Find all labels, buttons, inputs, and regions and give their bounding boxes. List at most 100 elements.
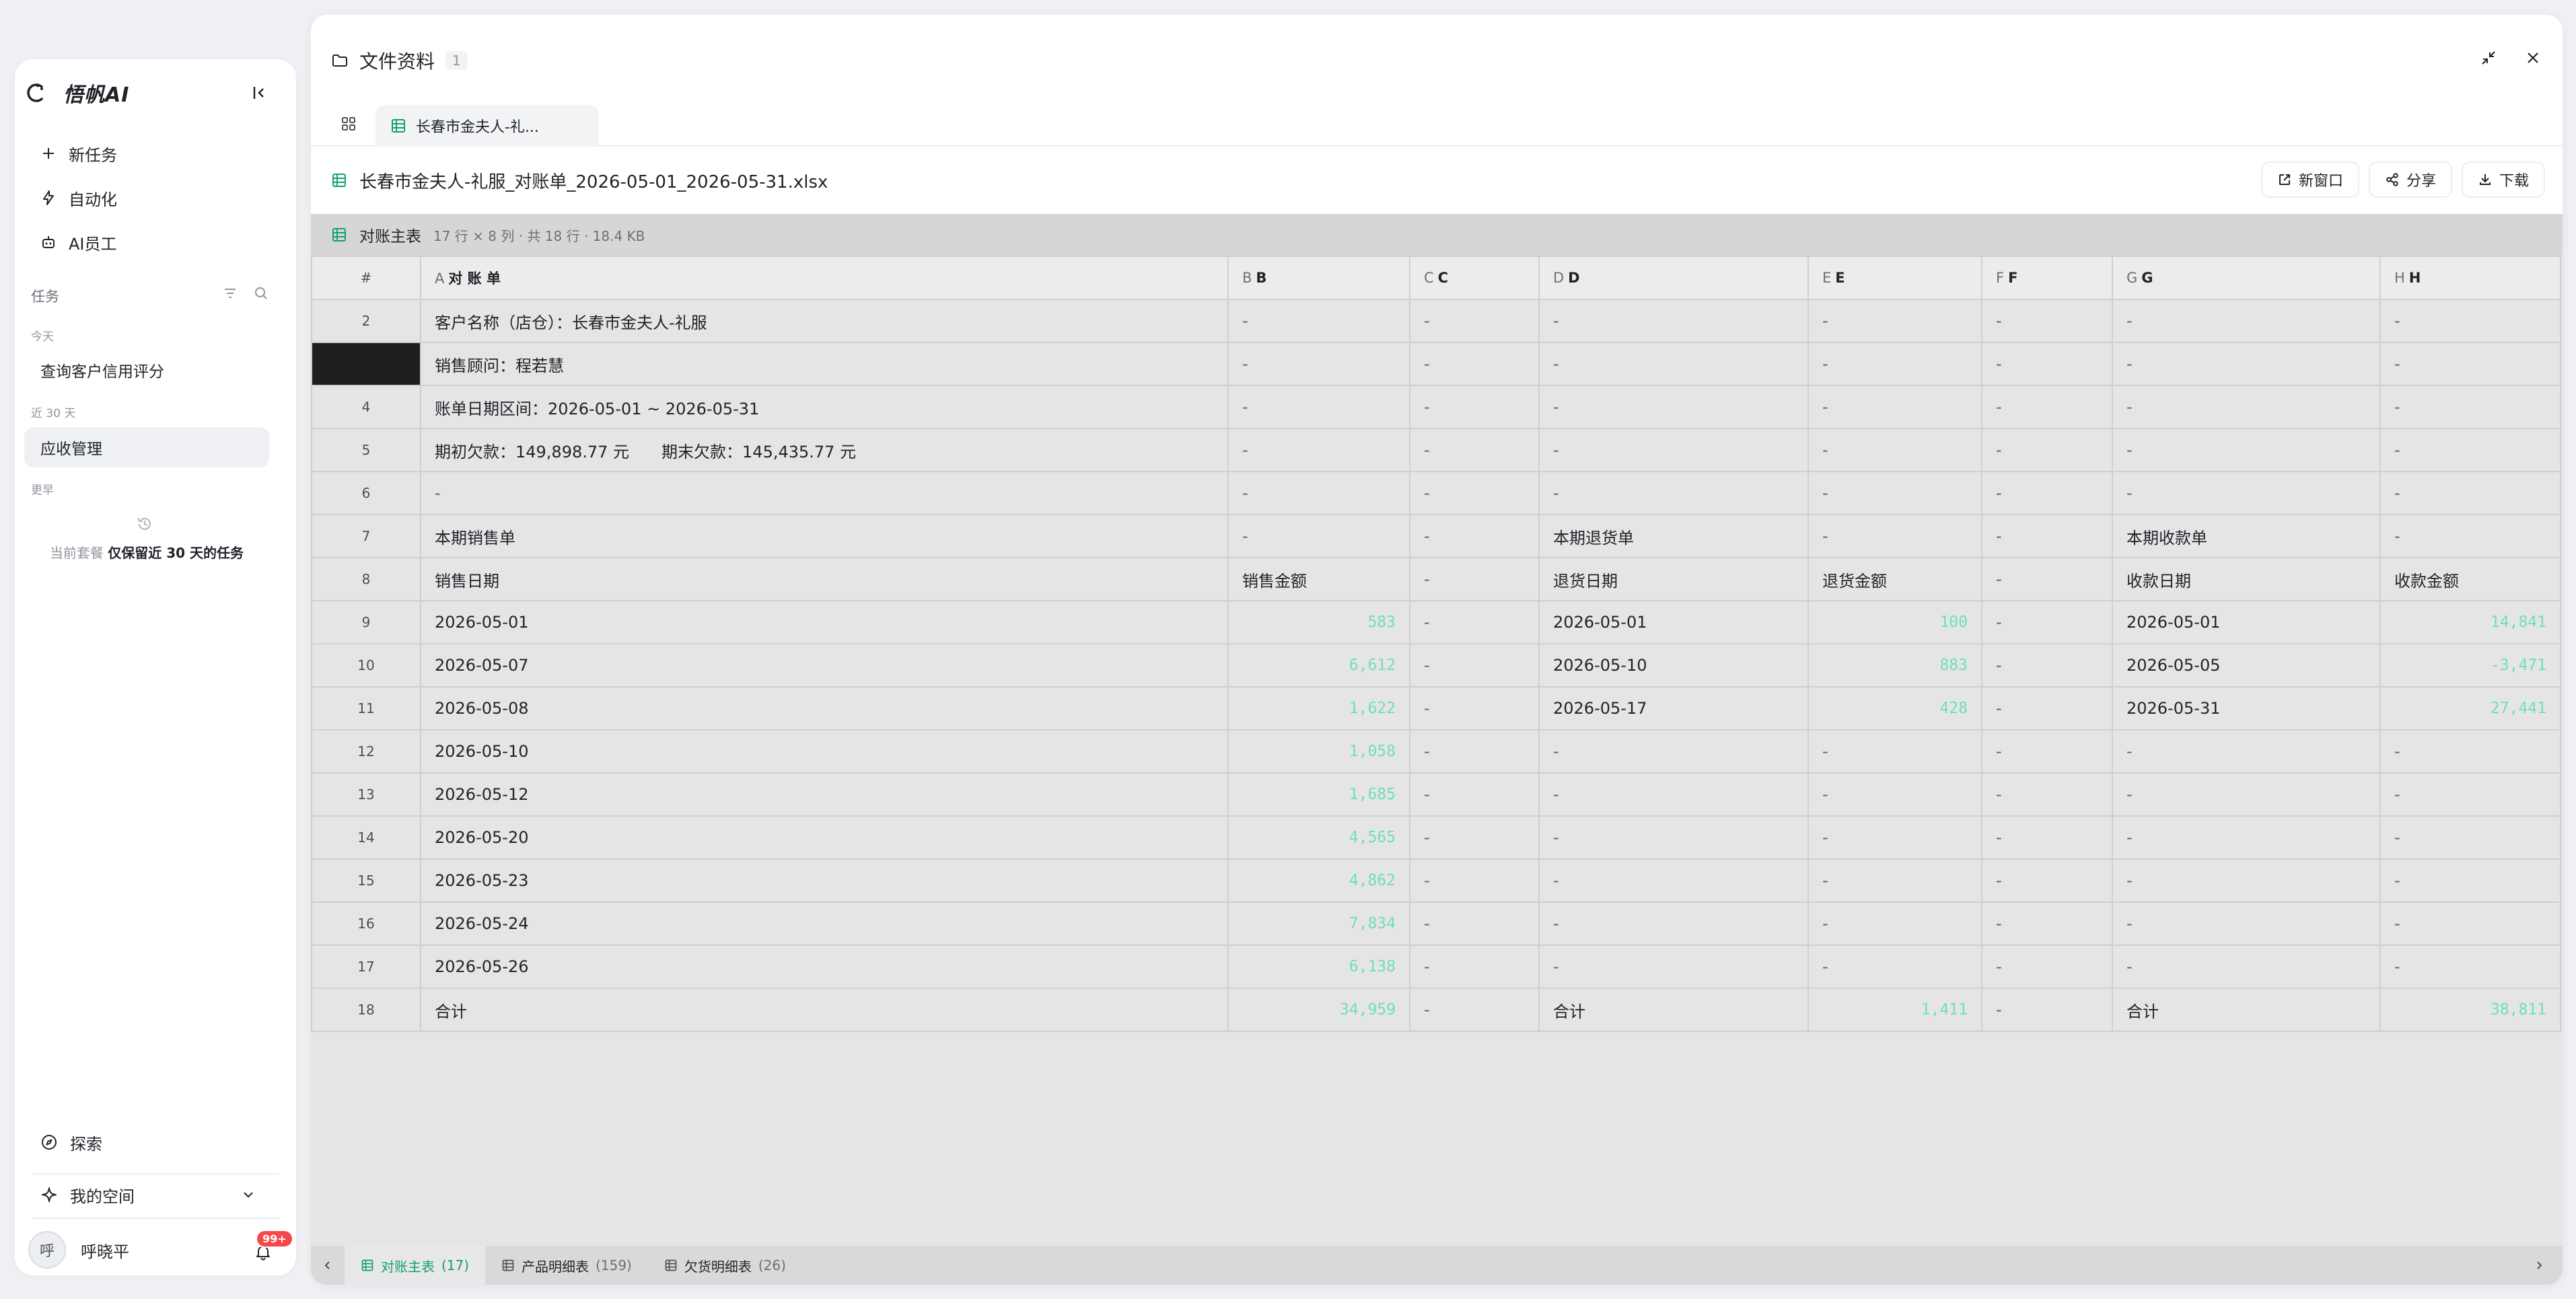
my-space-toggle[interactable]: 我的空间 <box>24 1176 266 1214</box>
table-cell[interactable]: - <box>1981 557 2113 601</box>
table-cell[interactable]: 本期收款单 <box>2112 514 2381 558</box>
task-item-active[interactable]: 应收管理 <box>24 427 269 468</box>
row-number[interactable]: 3 <box>311 342 421 386</box>
table-cell[interactable]: - <box>1227 471 1410 515</box>
table-cell[interactable]: 883 <box>1808 643 1982 688</box>
table-cell[interactable]: - <box>1981 988 2113 1032</box>
row-number[interactable]: 12 <box>311 729 421 774</box>
column-header[interactable]: HH <box>2380 256 2561 300</box>
table-cell[interactable]: - <box>2380 901 2561 946</box>
table-cell[interactable]: - <box>1538 299 1809 343</box>
new-window-button[interactable]: 新窗口 <box>2260 161 2359 198</box>
table-cell[interactable]: 2026-05-24 <box>420 901 1229 946</box>
table-cell[interactable]: - <box>420 471 1229 515</box>
table-cell[interactable]: 销售顾问：程若慧 <box>420 342 1229 386</box>
table-cell[interactable]: 14,841 <box>2380 600 2561 644</box>
table-cell[interactable]: - <box>1409 944 1540 989</box>
table-cell[interactable]: 2026-05-23 <box>420 858 1229 903</box>
row-number[interactable]: 6 <box>311 471 421 515</box>
table-cell[interactable]: - <box>1538 342 1809 386</box>
nav-explore[interactable]: 探索 <box>24 1123 266 1161</box>
table-cell[interactable]: - <box>1808 858 1982 903</box>
row-number[interactable]: 16 <box>311 901 421 946</box>
table-cell[interactable]: - <box>2112 342 2381 386</box>
row-number[interactable]: 5 <box>311 428 421 472</box>
table-cell[interactable]: 账单日期区间：2026-05-01 ~ 2026-05-31 <box>420 385 1229 429</box>
table-cell[interactable]: - <box>1808 772 1982 817</box>
table-cell[interactable]: - <box>2380 815 2561 860</box>
minimize-icon[interactable] <box>2479 48 2498 67</box>
table-cell[interactable]: -3,471 <box>2380 643 2561 688</box>
row-number[interactable]: 18 <box>311 988 421 1032</box>
nav-new-task[interactable]: 新任务 <box>24 135 266 172</box>
table-cell[interactable]: 6,612 <box>1227 643 1410 688</box>
table-cell[interactable]: - <box>2380 385 2561 429</box>
column-header[interactable]: FF <box>1981 256 2113 300</box>
table-cell[interactable]: 2026-05-05 <box>2112 643 2381 688</box>
column-header[interactable]: BB <box>1227 256 1410 300</box>
chevron-left-icon[interactable] <box>311 1246 345 1285</box>
close-icon[interactable] <box>2524 48 2542 67</box>
table-cell[interactable]: - <box>1409 901 1540 946</box>
table-cell[interactable]: 本期销售单 <box>420 514 1229 558</box>
table-cell[interactable]: - <box>1981 385 2113 429</box>
table-cell[interactable]: 2026-05-26 <box>420 944 1229 989</box>
table-cell[interactable]: - <box>1981 514 2113 558</box>
table-cell[interactable]: - <box>1808 385 1982 429</box>
table-cell[interactable]: 4,862 <box>1227 858 1410 903</box>
download-button[interactable]: 下载 <box>2461 161 2545 198</box>
row-number[interactable]: 10 <box>311 643 421 688</box>
table-cell[interactable]: 销售金额 <box>1227 557 1410 601</box>
table-cell[interactable]: - <box>1808 944 1982 989</box>
table-cell[interactable]: - <box>2380 299 2561 343</box>
table-cell[interactable]: 2026-05-07 <box>420 643 1229 688</box>
table-cell[interactable]: - <box>1538 901 1809 946</box>
column-header[interactable]: EE <box>1808 256 1982 300</box>
table-cell[interactable]: - <box>2380 944 2561 989</box>
table-cell[interactable]: 34,959 <box>1227 988 1410 1032</box>
table-cell[interactable]: - <box>1538 772 1809 817</box>
table-cell[interactable]: - <box>2380 858 2561 903</box>
column-header[interactable]: CC <box>1409 256 1540 300</box>
table-cell[interactable]: 7,834 <box>1227 901 1410 946</box>
table-cell[interactable]: - <box>1808 471 1982 515</box>
table-cell[interactable]: - <box>1981 944 2113 989</box>
table-cell[interactable]: 2026-05-01 <box>1538 600 1809 644</box>
table-cell[interactable]: - <box>1981 686 2113 731</box>
table-cell[interactable]: - <box>1981 600 2113 644</box>
table-cell[interactable]: 合计 <box>420 988 1229 1032</box>
table-cell[interactable]: - <box>2380 428 2561 472</box>
table-cell[interactable]: - <box>1808 428 1982 472</box>
table-cell[interactable]: - <box>1409 729 1540 774</box>
table-cell[interactable]: - <box>1227 385 1410 429</box>
user-profile[interactable]: 呼 呼晓平 <box>28 1231 129 1269</box>
table-cell[interactable]: - <box>2112 299 2381 343</box>
table-cell[interactable]: 4,565 <box>1227 815 1410 860</box>
task-item[interactable]: 查询客户信用评分 <box>24 350 269 390</box>
table-cell[interactable]: - <box>1409 299 1540 343</box>
row-number[interactable]: 11 <box>311 686 421 731</box>
table-cell[interactable]: 期初欠款：149,898.77 元 期末欠款：145,435.77 元 <box>420 428 1229 472</box>
filter-icon[interactable] <box>222 285 238 301</box>
table-cell[interactable]: - <box>1981 471 2113 515</box>
table-cell[interactable]: 2026-05-31 <box>2112 686 2381 731</box>
chevron-right-icon[interactable] <box>2522 1246 2556 1285</box>
table-cell[interactable]: 2026-05-12 <box>420 772 1229 817</box>
table-cell[interactable]: - <box>1808 514 1982 558</box>
row-number[interactable]: 17 <box>311 944 421 989</box>
nav-ai-employee[interactable]: AI员工 <box>24 223 266 261</box>
table-cell[interactable]: - <box>2112 858 2381 903</box>
table-cell[interactable]: - <box>1409 600 1540 644</box>
table-cell[interactable]: 客户名称（店仓）：长春市金夫人-礼服 <box>420 299 1229 343</box>
table-cell[interactable]: 1,685 <box>1227 772 1410 817</box>
table-cell[interactable]: - <box>1981 858 2113 903</box>
table-cell[interactable]: - <box>1409 686 1540 731</box>
table-cell[interactable]: - <box>1981 772 2113 817</box>
table-cell[interactable]: - <box>1409 342 1540 386</box>
table-cell[interactable]: 38,811 <box>2380 988 2561 1032</box>
table-cell[interactable]: 2026-05-10 <box>420 729 1229 774</box>
table-cell[interactable]: 销售日期 <box>420 557 1229 601</box>
table-cell[interactable]: - <box>1538 471 1809 515</box>
table-cell[interactable]: - <box>2112 428 2381 472</box>
table-cell[interactable]: 2026-05-10 <box>1538 643 1809 688</box>
